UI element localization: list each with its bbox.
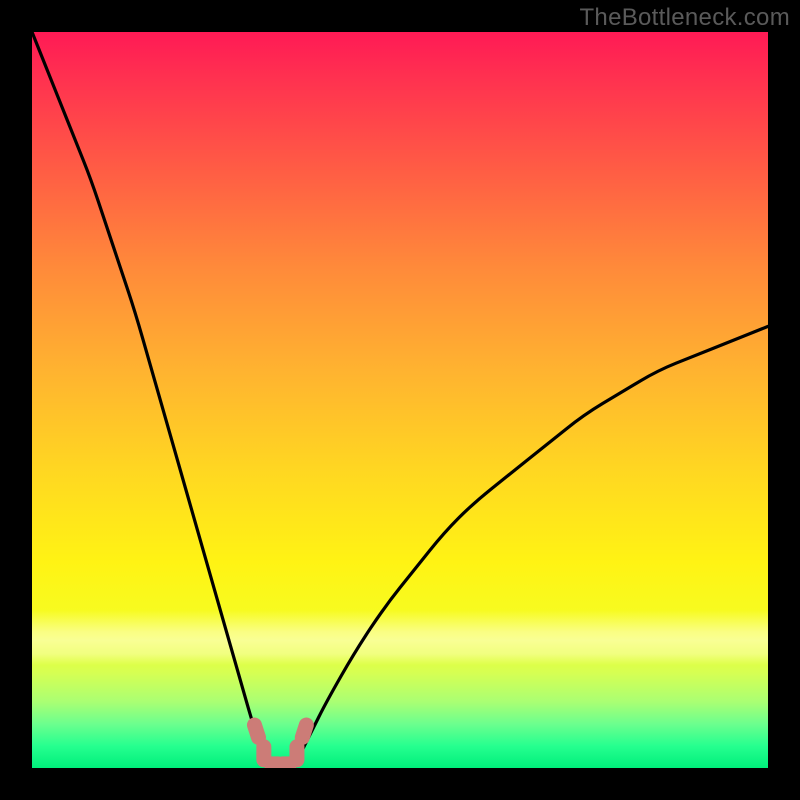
watermark-text: TheBottleneck.com bbox=[579, 4, 790, 32]
chart-svg bbox=[32, 32, 768, 768]
bottleneck-curve bbox=[32, 32, 768, 768]
curve-markers bbox=[245, 716, 316, 768]
plot-area bbox=[32, 32, 768, 768]
chart-frame: TheBottleneck.com bbox=[0, 0, 800, 800]
